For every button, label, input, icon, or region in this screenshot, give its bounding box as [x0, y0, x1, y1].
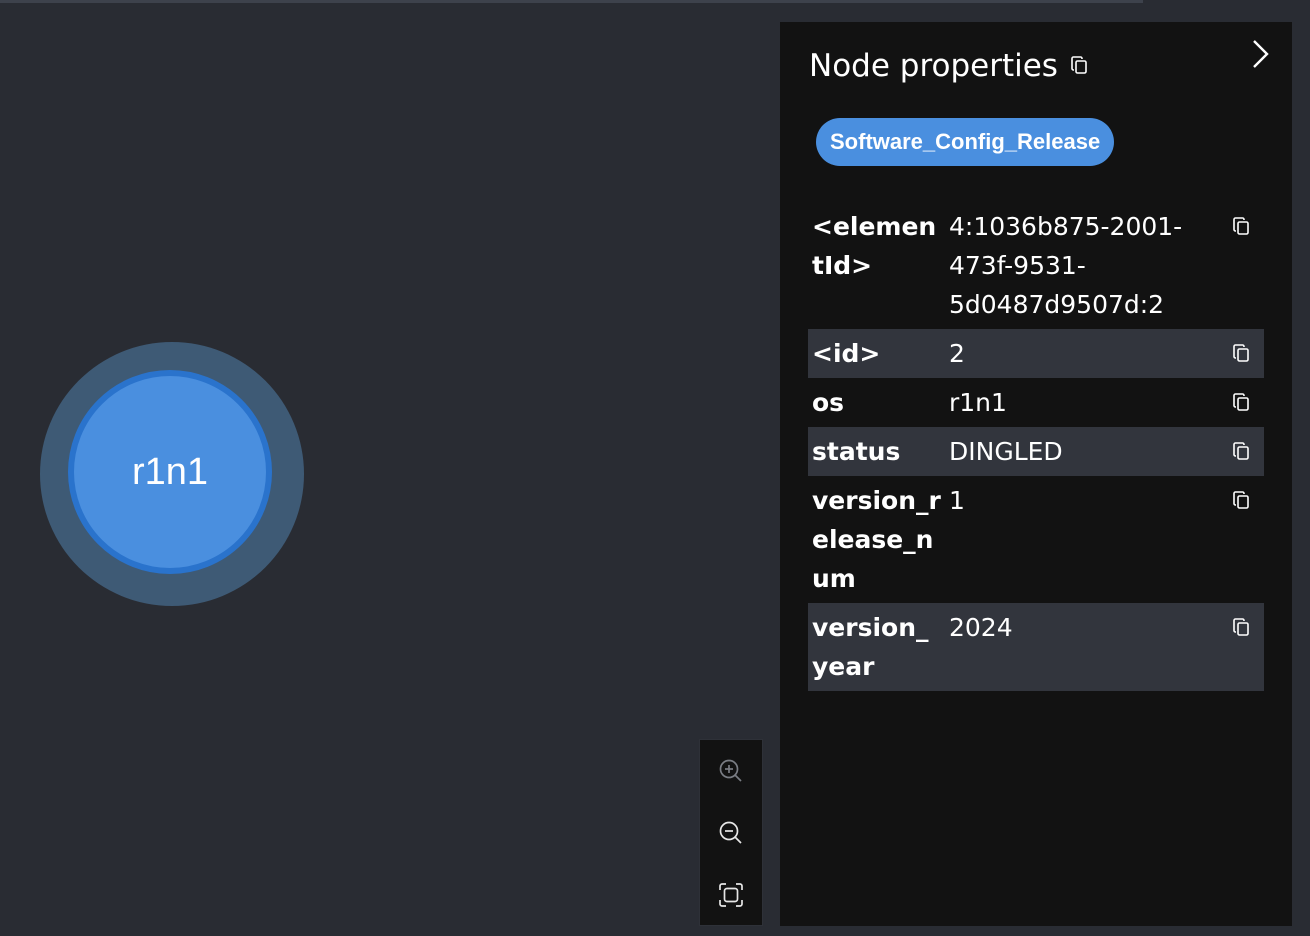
zoom-out-icon	[719, 821, 742, 844]
property-value: 4:1036b875-2001-473f-9531-5d0487d9507d:2	[949, 212, 1183, 319]
property-value: 2024	[949, 613, 1013, 642]
zoom-in-button[interactable]	[700, 746, 762, 796]
property-row: status DINGLED	[808, 427, 1264, 476]
property-row: <id> 2	[808, 329, 1264, 378]
copy-icon	[1071, 56, 1087, 74]
property-key: os	[812, 388, 845, 417]
copy-property-button[interactable]	[1232, 484, 1252, 523]
property-row: os r1n1	[808, 378, 1264, 427]
zoom-in-icon	[719, 759, 742, 782]
fit-to-screen-button[interactable]	[700, 870, 762, 920]
property-value: 2	[949, 339, 965, 368]
copy-property-button[interactable]	[1232, 435, 1252, 474]
properties-table: <elementId> 4:1036b875-2001-473f-9531-5d…	[808, 202, 1264, 691]
property-key: <elementId>	[812, 212, 937, 280]
copy-icon	[1233, 618, 1249, 636]
property-value: DINGLED	[949, 437, 1063, 466]
copy-property-button[interactable]	[1232, 386, 1252, 425]
copy-property-button[interactable]	[1232, 337, 1252, 376]
copy-property-button[interactable]	[1232, 210, 1252, 249]
top-divider	[0, 0, 1143, 3]
copy-icon	[1233, 442, 1249, 460]
copy-all-button[interactable]	[1070, 55, 1090, 77]
graph-node-label: r1n1	[131, 450, 209, 493]
copy-icon	[1233, 217, 1249, 235]
node-label-text: Software_Config_Release	[830, 129, 1101, 154]
copy-property-button[interactable]	[1232, 611, 1252, 650]
panel-title: Node properties	[809, 48, 1090, 84]
copy-icon	[1233, 491, 1249, 509]
graph-node[interactable]: r1n1	[68, 370, 272, 574]
graph-app: r1n1 Node properties Software_Config_Rel…	[0, 0, 1310, 936]
node-properties-panel: Node properties Software_Config_Release …	[780, 22, 1292, 926]
property-key: <id>	[812, 339, 881, 368]
zoom-controls	[699, 739, 763, 926]
panel-title-text: Node properties	[809, 48, 1058, 84]
copy-icon	[1233, 393, 1249, 411]
property-key: version_year	[812, 613, 929, 681]
copy-icon	[1233, 344, 1249, 362]
property-row: <elementId> 4:1036b875-2001-473f-9531-5d…	[808, 202, 1264, 329]
property-value: 1	[949, 486, 965, 515]
chevron-right-icon[interactable]	[1246, 38, 1274, 70]
property-row: version_year 2024	[808, 603, 1264, 691]
property-key: version_release_num	[812, 486, 941, 593]
property-value: r1n1	[949, 388, 1007, 417]
fit-to-screen-icon	[719, 883, 743, 907]
zoom-out-button[interactable]	[700, 808, 762, 858]
node-label-badge[interactable]: Software_Config_Release	[816, 118, 1115, 166]
property-key: status	[812, 437, 901, 466]
property-row: version_release_num 1	[808, 476, 1264, 603]
